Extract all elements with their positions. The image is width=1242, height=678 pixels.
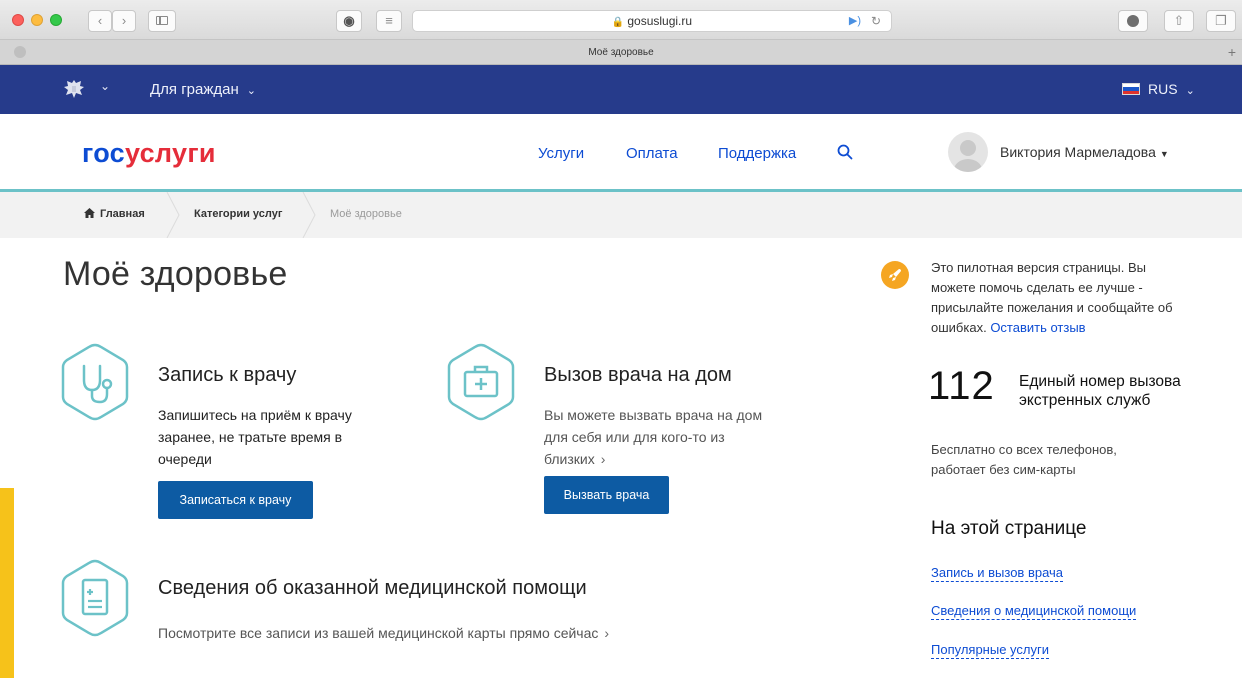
appointment-title: Запись к врачу [158,364,297,386]
first-aid-kit-icon [447,343,515,421]
coat-of-arms-icon[interactable] [62,78,86,100]
nav-payment[interactable]: Оплата [626,145,678,162]
gosuslugi-logo[interactable]: госуслуги [82,138,216,169]
lock-icon: 🔒 [611,17,625,28]
forward-button[interactable]: › [112,10,136,32]
yellow-edge-decoration [0,488,14,678]
chevron-down-icon[interactable]: ⌄ [100,79,110,93]
emergency-number: 112 [928,364,995,408]
chevron-down-icon: ⌄ [246,85,256,97]
back-button[interactable]: ‹ [88,10,112,32]
on-page-link-popular-services[interactable]: Популярные услуги [931,642,1049,659]
tabs-icon: ❐ [1215,13,1227,28]
records-text[interactable]: Посмотрите все записи из вашей медицинск… [158,622,658,644]
reader-button[interactable]: ≡ [376,10,402,32]
user-name: Виктория Мармеладова [1000,144,1156,160]
new-tab-icon[interactable]: + [1228,40,1236,65]
tabs-overview-button[interactable]: ❐ [1206,10,1236,32]
breadcrumb-current: Моё здоровье [330,208,402,220]
chevron-down-icon: ⌄ [1185,85,1195,97]
citizens-menu-label: Для граждан [150,81,239,98]
chevron-left-icon: ‹ [97,13,103,28]
search-icon[interactable] [836,143,854,161]
zoom-window-button[interactable] [50,14,62,26]
emergency-title: Единый номер вызова экстренных служб [1019,373,1181,409]
favicon-icon [14,46,26,58]
records-text-content: Посмотрите все записи из вашей медицинск… [158,625,599,641]
on-page-link-appointments[interactable]: Запись и вызов врача [931,565,1064,582]
tab-title[interactable]: Моё здоровье [588,47,653,58]
reload-icon[interactable]: ↻ [871,11,881,31]
sidebar-toggle-button[interactable] [148,10,176,32]
gov-top-bar: ⌄ Для граждан ⌄ RUS ⌄ [0,65,1242,114]
caret-down-icon: ▼ [1159,149,1169,159]
extension-button[interactable]: ◉ [336,10,362,32]
appointment-text: Запишитесь на приём к врачу заранее, не … [158,407,352,467]
browser-toolbar: ‹ › ◉ ≡ 🔒 gosuslugi.ru ▶) ↻ ⇧ ❐ [0,0,1242,40]
language-switcher[interactable]: RUS ⌄ [1122,81,1195,97]
logo-part-gos: гос [82,138,125,168]
home-visit-text-content: Вы можете вызвать врача на дом для себя … [544,407,763,467]
home-visit-text[interactable]: Вы можете вызвать врача на дом для себя … [544,404,789,470]
share-button[interactable]: ⇧ [1164,10,1194,32]
stethoscope-icon [61,343,129,421]
user-menu[interactable]: Виктория Мармеладова ▼ [1000,144,1169,160]
breadcrumb-separator [166,192,180,238]
pilot-notice: Это пилотная версия страницы. Вы можете … [931,258,1189,338]
home-icon [84,208,95,218]
breadcrumb-home-label: Главная [100,208,145,220]
medical-record-icon [61,559,129,637]
chevron-right-icon: › [121,13,127,28]
reader-icon: ≡ [385,13,393,28]
address-bar[interactable]: 🔒 gosuslugi.ru ▶) ↻ [412,10,892,32]
page-title: Моё здоровье [63,255,288,293]
download-icon [1127,15,1139,27]
home-visit-title: Вызов врача на дом [544,364,732,386]
records-title: Сведения об оказанной медицинской помощи [158,577,587,599]
on-page-link-medical-records[interactable]: Сведения о медицинской помощи [931,603,1137,620]
url-text: gosuslugi.ru [627,14,693,28]
breadcrumb: Главная Категории услуг Моё здоровье [0,192,1242,238]
user-silhouette-icon [954,140,982,172]
nav-support[interactable]: Поддержка [718,145,796,162]
nav-services[interactable]: Услуги [538,145,584,162]
leave-feedback-link[interactable]: Оставить отзыв [990,320,1085,335]
sidebar-icon [156,16,168,25]
share-icon: ⇧ [1173,13,1185,28]
extension-icon: ◉ [343,13,355,28]
on-page-title: На этой странице [931,518,1087,539]
language-label: RUS [1148,81,1178,97]
emergency-note: Бесплатно со всех телефонов, работает бе… [931,442,1117,477]
citizens-menu[interactable]: Для граждан ⌄ [150,81,256,98]
chevron-right-icon: › [604,625,610,641]
call-doctor-button[interactable]: Вызвать врача [544,476,669,514]
tab-bar: Моё здоровье + [0,40,1242,65]
site-header: госуслуги Услуги Оплата Поддержка Виктор… [0,114,1242,192]
downloads-button[interactable] [1118,10,1148,32]
rocket-icon [881,261,909,289]
logo-part-uslugi: услуги [124,138,216,168]
breadcrumb-home[interactable]: Главная [84,208,145,220]
avatar[interactable] [948,132,988,172]
breadcrumb-categories[interactable]: Категории услуг [194,208,282,220]
minimize-window-button[interactable] [31,14,43,26]
chevron-right-icon: › [600,451,606,467]
book-appointment-button[interactable]: Записаться к врачу [158,481,313,519]
close-window-button[interactable] [12,14,24,26]
breadcrumb-separator [302,192,316,238]
audio-icon[interactable]: ▶) [849,11,861,31]
russia-flag-icon [1122,83,1140,95]
